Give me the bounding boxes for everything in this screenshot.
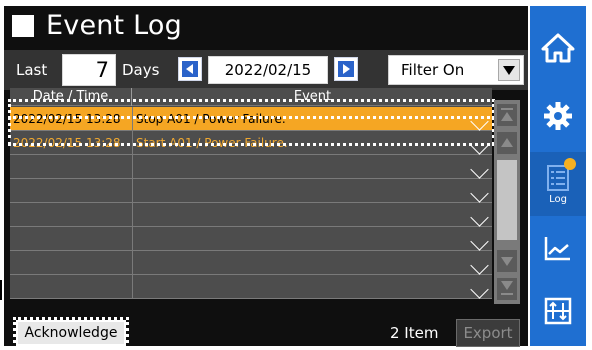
table-row[interactable]: [10, 203, 492, 227]
home-icon: [541, 33, 575, 63]
nav-tuning[interactable]: [530, 282, 586, 340]
column-header-event[interactable]: Event: [133, 88, 492, 106]
scrollbar-thumb[interactable]: [497, 160, 517, 240]
scroll-up-button[interactable]: [497, 132, 517, 154]
export-button[interactable]: Export: [456, 319, 520, 347]
scroll-to-top-button[interactable]: [497, 104, 517, 126]
arrow-right-icon: [338, 61, 354, 77]
nav-home[interactable]: [530, 18, 586, 78]
cell-datetime: [13, 275, 131, 299]
expand-chevron-icon[interactable]: [470, 184, 489, 203]
column-divider: [132, 155, 133, 179]
expand-chevron-icon[interactable]: [470, 232, 489, 251]
previous-date-button[interactable]: [178, 57, 202, 81]
days-label: Days: [122, 61, 160, 79]
cell-datetime: [13, 227, 131, 251]
dropdown-arrow-icon[interactable]: [498, 59, 520, 81]
expand-chevron-icon[interactable]: [470, 256, 489, 275]
nav-log[interactable]: Log: [530, 152, 586, 216]
scroll-top-bar-icon: [501, 108, 513, 110]
cell-datetime: [13, 155, 131, 179]
nav-trend[interactable]: [530, 220, 586, 276]
table-row[interactable]: [10, 275, 492, 299]
chevron-up-icon: [501, 138, 513, 147]
cell-datetime: [13, 251, 131, 275]
cell-event: [136, 251, 456, 275]
double-chevron-up-icon: [501, 112, 513, 121]
cell-event: Start A01 / Power Failure.: [136, 136, 288, 150]
tuning-icon: [544, 297, 572, 325]
table-row[interactable]: [10, 251, 492, 275]
cell-datetime: 2022/02/15 13:28: [13, 112, 121, 126]
arrow-left-icon: [182, 61, 198, 77]
table-row[interactable]: 2022/02/15 13:28 Stop A01 / Power Failure…: [10, 107, 492, 131]
notification-dot: [564, 158, 576, 170]
column-divider: [132, 107, 133, 131]
expand-chevron-icon[interactable]: [470, 136, 489, 155]
column-header-datetime[interactable]: Date / Time: [10, 88, 132, 106]
next-date-button[interactable]: [334, 57, 358, 81]
trend-chart-icon: [544, 237, 570, 261]
column-divider: [132, 275, 133, 299]
cell-event: Stop A01 / Power Failure.: [136, 112, 286, 126]
double-chevron-down-icon: [501, 281, 513, 290]
column-divider: [132, 227, 133, 251]
column-divider: [132, 131, 133, 155]
gear-icon: [544, 102, 572, 130]
cell-event: [136, 227, 456, 251]
title-bar: Event Log: [4, 6, 528, 46]
table-row[interactable]: 2022/02/15 13:28 Start A01 / Power Failur…: [10, 131, 492, 155]
column-divider: [132, 203, 133, 227]
scroll-to-bottom-button[interactable]: [497, 278, 517, 300]
title-square-icon: [12, 15, 34, 37]
filter-dropdown[interactable]: Filter On: [388, 55, 524, 85]
cell-event: [136, 155, 456, 179]
days-input[interactable]: 7: [62, 54, 116, 86]
expand-chevron-icon[interactable]: [470, 160, 489, 179]
cell-event: [136, 203, 456, 227]
column-divider: [132, 251, 133, 275]
date-input[interactable]: 2022/02/15: [208, 56, 328, 84]
nav-log-label: Log: [549, 193, 567, 205]
last-label: Last: [16, 61, 48, 79]
nav-settings[interactable]: [530, 88, 586, 144]
side-navigation: Log: [530, 6, 586, 346]
table-header: Date / Time Event: [10, 88, 492, 106]
table-row[interactable]: [10, 179, 492, 203]
cell-datetime: [13, 203, 131, 227]
scroll-down-button[interactable]: [497, 250, 517, 272]
table-scrollbar[interactable]: [494, 100, 520, 304]
expand-chevron-icon[interactable]: [470, 112, 489, 131]
table-row[interactable]: [10, 227, 492, 251]
acknowledge-button[interactable]: Acknowledge: [16, 320, 126, 346]
table-row[interactable]: [10, 155, 492, 179]
edge-marker: [0, 280, 2, 300]
expand-chevron-icon[interactable]: [470, 280, 489, 299]
filter-row: Last 7 Days 2022/02/15 Filter On: [4, 50, 528, 90]
item-count: 2 Item: [390, 324, 439, 342]
page-title: Event Log: [46, 10, 182, 41]
filter-dropdown-value: Filter On: [401, 61, 465, 79]
event-table: Date / Time Event 2022/02/15 13:28 Stop A…: [10, 88, 492, 299]
column-divider: [132, 179, 133, 203]
cell-datetime: [13, 179, 131, 203]
scroll-bottom-bar-icon: [501, 293, 513, 295]
cell-datetime: 2022/02/15 13:28: [13, 136, 121, 150]
chevron-down-icon: [501, 257, 513, 266]
cell-event: [136, 179, 456, 203]
expand-chevron-icon[interactable]: [470, 208, 489, 227]
cell-event: [136, 275, 456, 299]
